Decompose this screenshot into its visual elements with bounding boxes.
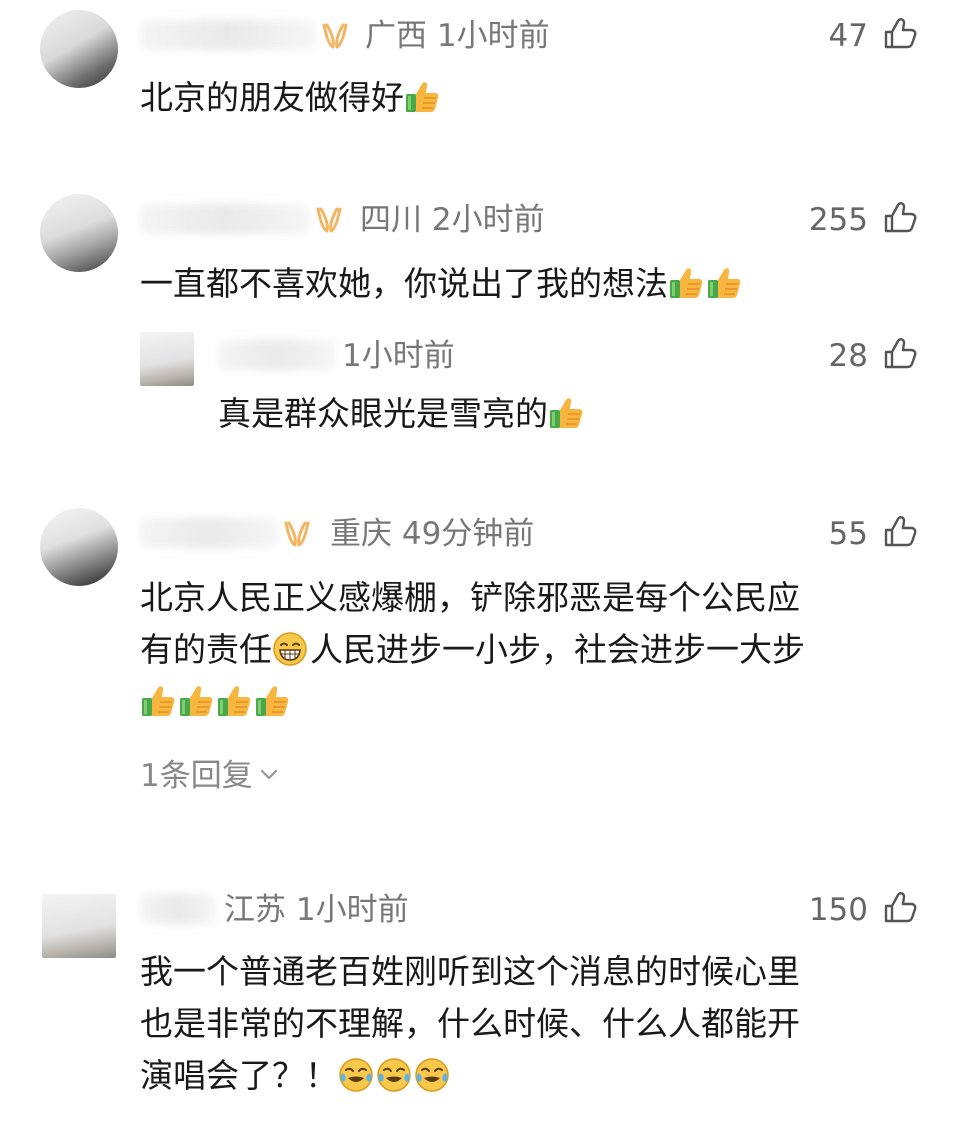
thumb-up-outline-icon[interactable] bbox=[882, 514, 918, 550]
region-label: 江苏 bbox=[224, 892, 286, 928]
comment-line: 演唱会了？！ bbox=[140, 1056, 338, 1095]
time-label: 2小时前 bbox=[431, 202, 545, 238]
like-count: 150 bbox=[808, 892, 868, 928]
comment-text: 我一个普通老百姓刚听到这个消息的时候心里 也是非常的不理解，什么时候、什么人都能… bbox=[140, 946, 800, 1102]
time-label: 1小时前 bbox=[342, 338, 455, 374]
comment-meta: 重庆 49分钟前 bbox=[330, 516, 534, 552]
comment-meta: 四川 2小时前 bbox=[360, 202, 545, 238]
view-replies-button[interactable]: 1条回复 bbox=[140, 758, 279, 794]
comment-line: 一直都不喜欢她，你说出了我的想法 bbox=[140, 264, 668, 303]
comment-meta: 江苏 1小时前 bbox=[224, 892, 409, 928]
thumbs-up-emoji-icon bbox=[706, 265, 742, 301]
avatar[interactable] bbox=[40, 194, 118, 272]
username-blurred[interactable] bbox=[140, 894, 216, 924]
like-count: 55 bbox=[828, 516, 868, 552]
comment-text: 北京人民正义感爆棚，铲除邪恶是每个公民应 有的责任 人民进步一小步，社会进步一大步 bbox=[140, 572, 805, 728]
thumb-up-outline-icon[interactable] bbox=[882, 336, 918, 372]
avatar[interactable] bbox=[40, 10, 118, 88]
time-label: 1小时前 bbox=[436, 18, 550, 54]
chevron-down-icon bbox=[259, 768, 279, 782]
comment-line-wrap: 有的责任 人民进步一小步，社会进步一大步 bbox=[140, 624, 805, 676]
username-blurred[interactable] bbox=[140, 204, 310, 234]
region-label: 广西 bbox=[365, 18, 427, 54]
vip-badge-icon bbox=[314, 205, 344, 235]
region-label: 重庆 bbox=[330, 516, 392, 552]
avatar[interactable] bbox=[40, 508, 118, 586]
thumbs-up-emoji-icon bbox=[404, 79, 440, 115]
avatar[interactable] bbox=[42, 894, 116, 958]
like-count: 28 bbox=[828, 338, 868, 374]
thumbs-up-emoji-icon bbox=[548, 395, 584, 431]
comment-meta: 广西 1小时前 bbox=[365, 18, 550, 54]
thumb-up-outline-icon[interactable] bbox=[882, 16, 918, 52]
thumb-up-outline-icon[interactable] bbox=[882, 890, 918, 926]
thumb-up-outline-icon[interactable] bbox=[882, 200, 918, 236]
thumbs-up-emoji-icon bbox=[254, 683, 290, 719]
thumbs-up-emoji-icon bbox=[140, 683, 176, 719]
comment-line: 北京人民正义感爆棚，铲除邪恶是每个公民应 bbox=[140, 578, 800, 617]
comment-line-wrap: 演唱会了？！ bbox=[140, 1050, 800, 1102]
tears-of-joy-emoji-icon bbox=[414, 1057, 450, 1093]
comment-line: 也是非常的不理解，什么时候、什么人都能开 bbox=[140, 1004, 800, 1043]
comment-line: 人民进步一小步，社会进步一大步 bbox=[310, 630, 805, 669]
thumbs-up-emoji-icon bbox=[178, 683, 214, 719]
tears-of-joy-emoji-icon bbox=[338, 1057, 374, 1093]
tears-of-joy-emoji-icon bbox=[376, 1057, 412, 1093]
username-blurred[interactable] bbox=[140, 518, 278, 548]
vip-badge-icon bbox=[320, 21, 350, 51]
like-count: 47 bbox=[828, 18, 868, 54]
thumbs-up-emoji-icon bbox=[216, 683, 252, 719]
comment-text: 北京的朋友做得好 bbox=[140, 72, 442, 124]
username-blurred[interactable] bbox=[218, 340, 336, 370]
grin-emoji-icon bbox=[272, 631, 308, 667]
comment-line: 有的责任 bbox=[140, 630, 272, 669]
reply-text: 真是群众眼光是雪亮的 bbox=[218, 388, 586, 440]
reply-avatar[interactable] bbox=[140, 332, 194, 386]
comment-line: 北京的朋友做得好 bbox=[140, 78, 404, 117]
region-label: 四川 bbox=[360, 202, 422, 238]
username-blurred[interactable] bbox=[140, 20, 315, 50]
like-count: 255 bbox=[808, 202, 868, 238]
comment-line: 我一个普通老百姓刚听到这个消息的时候心里 bbox=[140, 952, 800, 991]
reply-line: 真是群众眼光是雪亮的 bbox=[218, 394, 548, 433]
emoji-row bbox=[140, 676, 805, 728]
time-label: 1小时前 bbox=[295, 892, 409, 928]
time-label: 49分钟前 bbox=[401, 516, 535, 552]
replies-label: 1条回复 bbox=[140, 758, 253, 794]
comment-text: 一直都不喜欢她，你说出了我的想法 bbox=[140, 258, 744, 310]
vip-badge-icon bbox=[282, 519, 312, 549]
thumbs-up-emoji-icon bbox=[668, 265, 704, 301]
